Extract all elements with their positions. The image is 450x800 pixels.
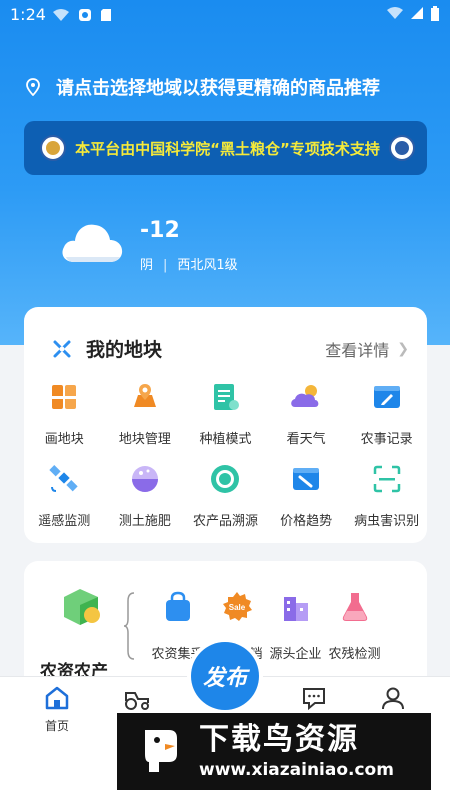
tractor-icon — [125, 692, 149, 710]
weather-widget[interactable]: -12 阴 | 西北风1级 — [60, 210, 280, 280]
status-right-icons — [386, 6, 440, 22]
watermark-text: 下载鸟资源 www.xiazainiao.com — [199, 722, 394, 782]
agri-item-label: 源头企业 — [269, 647, 322, 662]
grid-item-planting-mode[interactable]: 种植模式 — [185, 375, 266, 447]
sd-card-icon — [101, 9, 111, 21]
brace-divider-icon — [124, 592, 135, 660]
cas-emblem-right-icon — [389, 135, 415, 161]
agri-item-label: 农残检测 — [328, 647, 381, 662]
grid-item-plot-management[interactable]: 地块管理 — [105, 375, 186, 447]
grid-item-pest-scan[interactable]: 病虫害识别 — [346, 457, 427, 529]
grid-item-label: 遥感监测 — [38, 514, 91, 529]
grid-item-traceability[interactable]: 农产品溯源 — [185, 457, 266, 529]
weather-condition: 阴 — [140, 258, 154, 273]
planting-mode-icon — [214, 383, 240, 410]
cloud-icon — [62, 224, 123, 262]
agri-item-source-enterprise[interactable]: 源头企业 — [266, 587, 325, 662]
pest-scan-icon — [373, 465, 400, 492]
grid-item-label: 地块管理 — [118, 432, 171, 447]
agri-item-bulk-purchase[interactable]: 农资集采 — [148, 587, 207, 662]
svg-text:Sale: Sale — [228, 603, 245, 612]
app-notification-icon — [79, 9, 91, 21]
wifi-question-icon — [53, 9, 69, 21]
draw-plot-icon — [52, 384, 77, 409]
publish-button[interactable]: 发布 — [191, 642, 259, 710]
watermark-overlay: 下载鸟资源 www.xiazainiao.com — [117, 713, 431, 790]
weather-temperature: -12 — [140, 218, 180, 243]
location-selector[interactable]: 请点击选择地域以获得更精确的商品推荐 — [26, 74, 380, 100]
tab-machinery[interactable] — [107, 685, 167, 711]
signal-icon — [411, 7, 423, 19]
grid-item-weather[interactable]: 看天气 — [266, 375, 347, 447]
grid-item-draw-plot[interactable]: 画地块 — [24, 375, 105, 447]
weather-description: 阴 | 西北风1级 — [140, 254, 238, 273]
grid-item-price-trend[interactable]: 价格趋势 — [266, 457, 347, 529]
location-pin-icon — [26, 78, 40, 96]
grid-item-remote-sensing[interactable]: 遥感监测 — [24, 457, 105, 529]
shopping-bag-icon — [165, 591, 190, 621]
view-details-link[interactable]: 查看详情 ❯ — [325, 337, 409, 361]
banner-text: 本平台由中国科学院“黑土粮仓”专项技术支持 — [75, 139, 380, 158]
location-prompt: 请点击选择地域以获得更精确的商品推荐 — [56, 78, 380, 99]
weather-separator: | — [163, 258, 168, 273]
plots-cross-icon — [53, 340, 71, 357]
message-icon — [303, 688, 325, 711]
sale-icon: Sale — [222, 592, 252, 621]
weather-wind: 西北风1级 — [177, 258, 238, 273]
weather-icon — [291, 384, 319, 407]
tab-home-label: 首页 — [44, 719, 69, 733]
grid-item-label: 农产品溯源 — [192, 514, 258, 529]
wifi-off-icon — [387, 7, 403, 19]
satellite-icon — [49, 464, 78, 492]
chevron-right-icon: ❯ — [397, 341, 409, 357]
price-trend-icon — [293, 467, 320, 490]
tab-home[interactable]: 首页 — [27, 685, 87, 734]
grid-item-label: 看天气 — [286, 432, 326, 447]
grid-item-label: 画地块 — [44, 432, 84, 447]
cas-emblem-left-icon — [40, 135, 66, 161]
soil-test-icon — [131, 465, 158, 492]
bird-logo-icon — [145, 729, 177, 772]
watermark-url: www.xiazainiao.com — [199, 759, 394, 780]
grid-item-label: 病虫害识别 — [354, 514, 420, 529]
plot-management-icon — [133, 383, 156, 407]
building-icon — [283, 597, 308, 621]
my-plots-header: 我的地块 — [52, 335, 162, 362]
status-time: 1:24 — [10, 5, 46, 24]
traceability-icon — [211, 464, 240, 493]
my-plots-grid: 画地块 地块管理 种植模式 看天气 农事记录 遥感监测 测土施肥 农产品溯源 价… — [24, 375, 427, 529]
user-icon — [382, 687, 404, 710]
farm-record-icon — [373, 385, 400, 408]
agri-trade-items: 农资集采 Sale 农产集销 源头企业 农残检测 — [148, 587, 384, 662]
agri-box-icon — [64, 589, 100, 625]
flask-icon — [342, 593, 367, 621]
watermark-title: 下载鸟资源 — [199, 721, 359, 757]
tab-messages[interactable] — [284, 685, 344, 711]
cas-support-banner[interactable]: 本平台由中国科学院“黑土粮仓”专项技术支持 — [24, 121, 427, 175]
tab-profile[interactable] — [363, 685, 423, 711]
grid-item-soil-test[interactable]: 测土施肥 — [105, 457, 186, 529]
grid-item-label: 价格趋势 — [280, 514, 333, 529]
status-left-icons — [52, 8, 112, 22]
grid-item-label: 农事记录 — [360, 432, 413, 447]
view-details-label: 查看详情 — [325, 341, 390, 360]
grid-item-label: 种植模式 — [199, 432, 252, 447]
status-bar: 1:24 — [0, 0, 450, 30]
home-icon — [45, 686, 69, 710]
grid-item-farm-record[interactable]: 农事记录 — [346, 375, 427, 447]
hero-header: 1:24 请点击选择地域以获得更精确的商品推荐 本平台由中国科学院“黑土粮仓”专… — [0, 0, 450, 345]
agri-item-residue-test[interactable]: 农残检测 — [325, 587, 384, 662]
my-plots-card: 我的地块 查看详情 ❯ 画地块 地块管理 种植模式 看天气 农事记录 遥感监测 — [24, 307, 427, 543]
grid-item-label: 测土施肥 — [118, 514, 171, 529]
my-plots-title: 我的地块 — [86, 339, 163, 361]
battery-icon — [431, 6, 439, 21]
